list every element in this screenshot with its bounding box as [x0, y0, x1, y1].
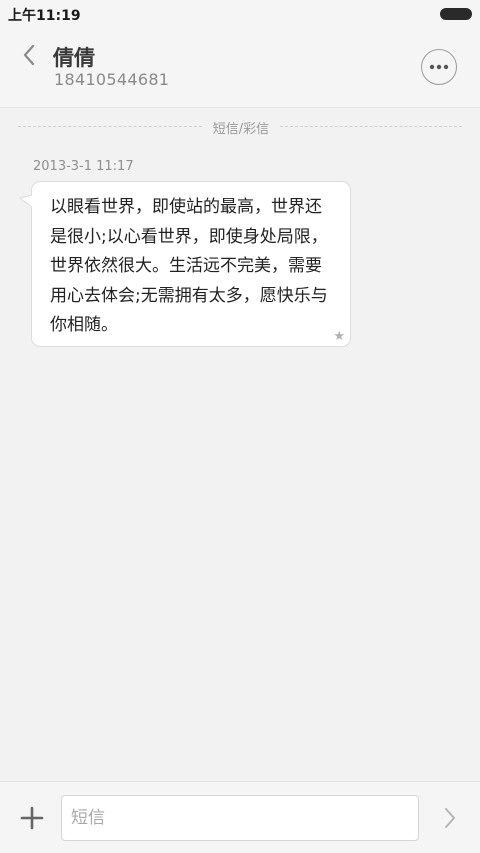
contact-number: 18410544681 [54, 70, 170, 89]
bubble-tail [19, 194, 33, 208]
divider-line-left [18, 126, 202, 127]
battery-full-icon [440, 8, 472, 20]
messaging-screen: 上午11:19 倩倩 18410544681 短信/彩信 2013-3-1 11… [0, 0, 480, 853]
message-timestamp: 2013-3-1 11:17 [33, 159, 134, 174]
contact-name: 倩倩 [53, 46, 95, 70]
chevron-right-icon [445, 808, 455, 828]
conversation-header: 倩倩 18410544681 [0, 28, 480, 108]
send-button[interactable] [437, 804, 463, 832]
divider-line-right [280, 126, 462, 127]
divider-label: 短信/彩信 [212, 122, 270, 137]
message-text: 以眼看世界，即使站的最高，世界还是很小;以心看世界，即使身处局限，世界依然很大。… [50, 197, 328, 335]
more-horizontal-icon [429, 64, 449, 70]
composer-bar [0, 781, 480, 853]
star-icon: ★ [333, 329, 345, 344]
plus-icon [20, 806, 44, 830]
message-bubble[interactable]: 以眼看世界，即使站的最高，世界还是很小;以心看世界，即使身处局限，世界依然很大。… [31, 181, 351, 347]
message-type-divider: 短信/彩信 [18, 118, 462, 137]
status-bar: 上午11:19 [0, 0, 480, 28]
back-button[interactable] [14, 40, 44, 70]
more-options-button[interactable] [421, 49, 457, 85]
status-time: 上午11:19 [8, 8, 81, 24]
sms-input[interactable] [61, 795, 419, 841]
add-attachment-button[interactable] [18, 804, 46, 832]
chevron-left-icon [23, 44, 35, 66]
